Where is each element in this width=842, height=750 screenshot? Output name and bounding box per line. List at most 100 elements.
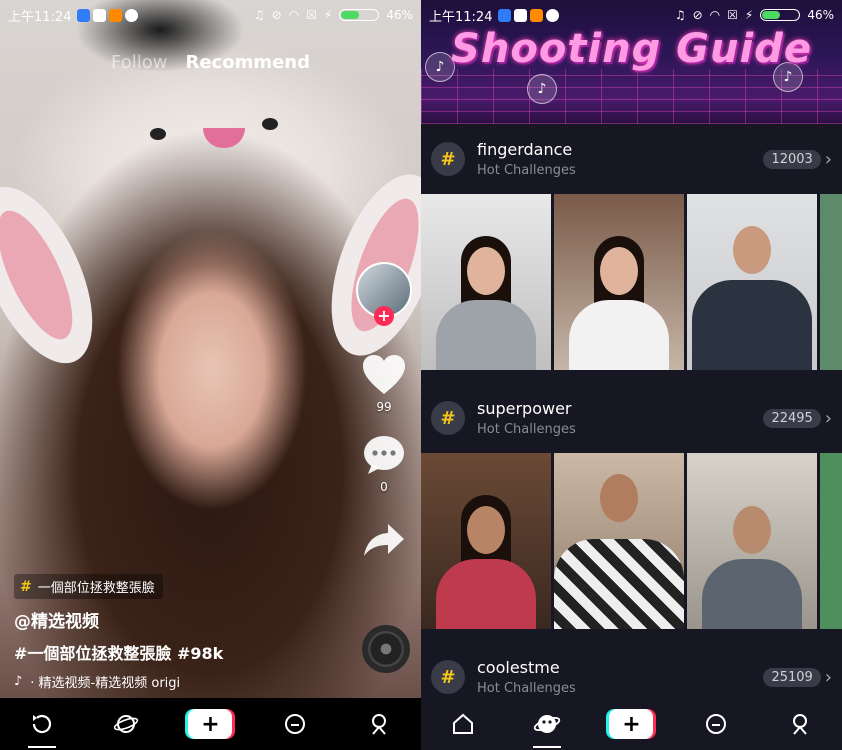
hat-eye-right — [262, 118, 278, 130]
video-thumbnails — [421, 453, 842, 629]
tab-messages[interactable] — [686, 698, 746, 750]
tab-profile[interactable] — [770, 698, 830, 750]
battery-icon — [760, 9, 801, 21]
charging-icon: ⚡ — [323, 8, 333, 22]
share-arrow-icon[interactable] — [362, 522, 406, 558]
video-feed-screen: 上午11:24 ♫ ⊘ ◠ ☒ ⚡ 46% Follow Recommend +… — [0, 0, 421, 750]
message-icon — [284, 714, 305, 734]
discover-screen: ♪ ♪ ♪ Shooting Guide 上午11:24 ♫ ⊘ ◠ ☒ ⚡ 4… — [421, 0, 842, 750]
challenge-name: fingerdance — [477, 140, 573, 159]
message-icon — [705, 714, 726, 734]
status-time: 上午11:24 — [429, 9, 493, 25]
status-time: 上午11:24 — [8, 9, 72, 25]
create-plus-icon: + — [609, 709, 654, 739]
follow-plus-button[interactable]: + — [374, 306, 394, 326]
tab-messages[interactable] — [265, 698, 325, 750]
banner-title: Shooting Guide — [451, 26, 812, 72]
challenge-header[interactable]: # fingerdance Hot Challenges 12003 › — [421, 124, 842, 194]
planet-icon — [534, 715, 561, 733]
notification-icons — [77, 8, 139, 22]
challenge-count: 22495 › — [763, 408, 832, 429]
video-thumbnails — [421, 194, 842, 370]
sim-icon: ☒ — [306, 8, 317, 22]
chevron-right-icon: › — [824, 407, 832, 429]
video-description: #一個部位拯救整張臉 #98k — [14, 644, 224, 663]
charging-icon: ⚡ — [744, 8, 754, 22]
hashtag-icon: # — [20, 578, 32, 595]
tab-create[interactable]: + — [601, 698, 661, 750]
tab-home[interactable] — [433, 698, 493, 750]
tab-profile[interactable] — [349, 698, 409, 750]
headset-icon: ♫ — [253, 8, 265, 22]
wifi-icon: ◠ — [288, 8, 300, 22]
thumbnail-face — [733, 505, 771, 554]
bottom-tab-bar: + — [421, 698, 842, 750]
thumbnail-body — [436, 559, 536, 629]
music-disc[interactable] — [362, 625, 410, 673]
penguin-app-icon — [546, 8, 560, 22]
chevron-right-icon: › — [824, 666, 832, 688]
status-bar: 上午11:24 ♫ ⊘ ◠ ☒ ⚡ 46% — [421, 0, 842, 30]
video-count-badge: 22495 — [763, 408, 821, 428]
heart-icon[interactable] — [361, 354, 407, 396]
feed-tabs: Follow Recommend — [0, 52, 421, 73]
thumbnail-body — [554, 539, 684, 629]
hashtag-icon: # — [431, 142, 465, 176]
creator-username[interactable]: @精选视频 — [14, 607, 334, 632]
tab-recommend[interactable]: Recommend — [185, 52, 310, 73]
video-thumbnail[interactable] — [421, 194, 551, 370]
challenge-section: # fingerdance Hot Challenges 12003 › — [421, 124, 842, 370]
tab-discover[interactable] — [517, 698, 577, 750]
challenge-subtitle: Hot Challenges — [477, 163, 576, 178]
tab-discover[interactable] — [96, 698, 156, 750]
thumbnail-body — [569, 300, 669, 370]
tab-home[interactable] — [12, 698, 72, 750]
hashtag-chip[interactable]: # 一個部位拯救整張臉 — [14, 574, 163, 599]
sim-icon: ☒ — [727, 8, 738, 22]
music-note-icon: ♪ — [14, 674, 23, 689]
challenge-header[interactable]: # superpower Hot Challenges 22495 › — [421, 383, 842, 453]
video-thumbnail[interactable] — [554, 194, 684, 370]
battery-percent: 46% — [386, 8, 413, 22]
tab-create[interactable]: + — [180, 698, 240, 750]
qq-app-icon — [514, 8, 528, 22]
action-rail: + 99 0 — [353, 262, 415, 558]
challenge-name: coolestme — [477, 658, 560, 677]
video-thumbnail[interactable] — [687, 453, 817, 629]
hashtag-icon: # — [431, 401, 465, 435]
status-bar: 上午11:24 ♫ ⊘ ◠ ☒ ⚡ 46% — [0, 0, 421, 30]
bunny-ear-left — [0, 169, 116, 381]
challenge-count: 12003 › — [763, 149, 832, 170]
video-thumbnail[interactable] — [421, 453, 551, 629]
thumbnail-body — [436, 300, 536, 370]
video-count-badge: 12003 — [763, 149, 821, 169]
chevron-right-icon: › — [824, 148, 832, 170]
taobao-app-icon — [109, 8, 123, 22]
video-thumbnail[interactable] — [554, 453, 684, 629]
video-thumbnail[interactable] — [820, 194, 842, 370]
thumbnail-face — [600, 474, 638, 523]
video-thumbnail[interactable] — [687, 194, 817, 370]
mute-icon: ⊘ — [692, 8, 703, 22]
battery-percent: 46% — [807, 8, 834, 22]
tiktok-bubble-icon: ♪ — [527, 74, 557, 104]
planet-icon — [114, 715, 139, 733]
challenge-subtitle: Hot Challenges — [477, 681, 576, 696]
thumbnail-face — [467, 246, 505, 295]
thumbnail-face — [600, 246, 638, 295]
thumbnail-body — [692, 280, 812, 370]
creator-avatar[interactable]: + — [356, 262, 412, 326]
music-row[interactable]: ♪ · 精选视频-精选视频 origi — [14, 672, 334, 691]
video-thumbnail[interactable] — [820, 453, 842, 629]
challenge-section: # superpower Hot Challenges 22495 › — [421, 383, 842, 629]
qq-app-icon — [93, 8, 107, 22]
shield-app-icon — [498, 8, 512, 22]
wifi-icon: ◠ — [709, 8, 721, 22]
tab-follow[interactable]: Follow — [111, 52, 167, 73]
challenge-subtitle: Hot Challenges — [477, 422, 576, 437]
bottom-tab-bar: + — [0, 698, 421, 750]
thumbnail-body — [702, 559, 802, 629]
refresh-icon — [32, 714, 52, 734]
comment-icon[interactable] — [362, 434, 406, 476]
challenge-name: superpower — [477, 399, 572, 418]
